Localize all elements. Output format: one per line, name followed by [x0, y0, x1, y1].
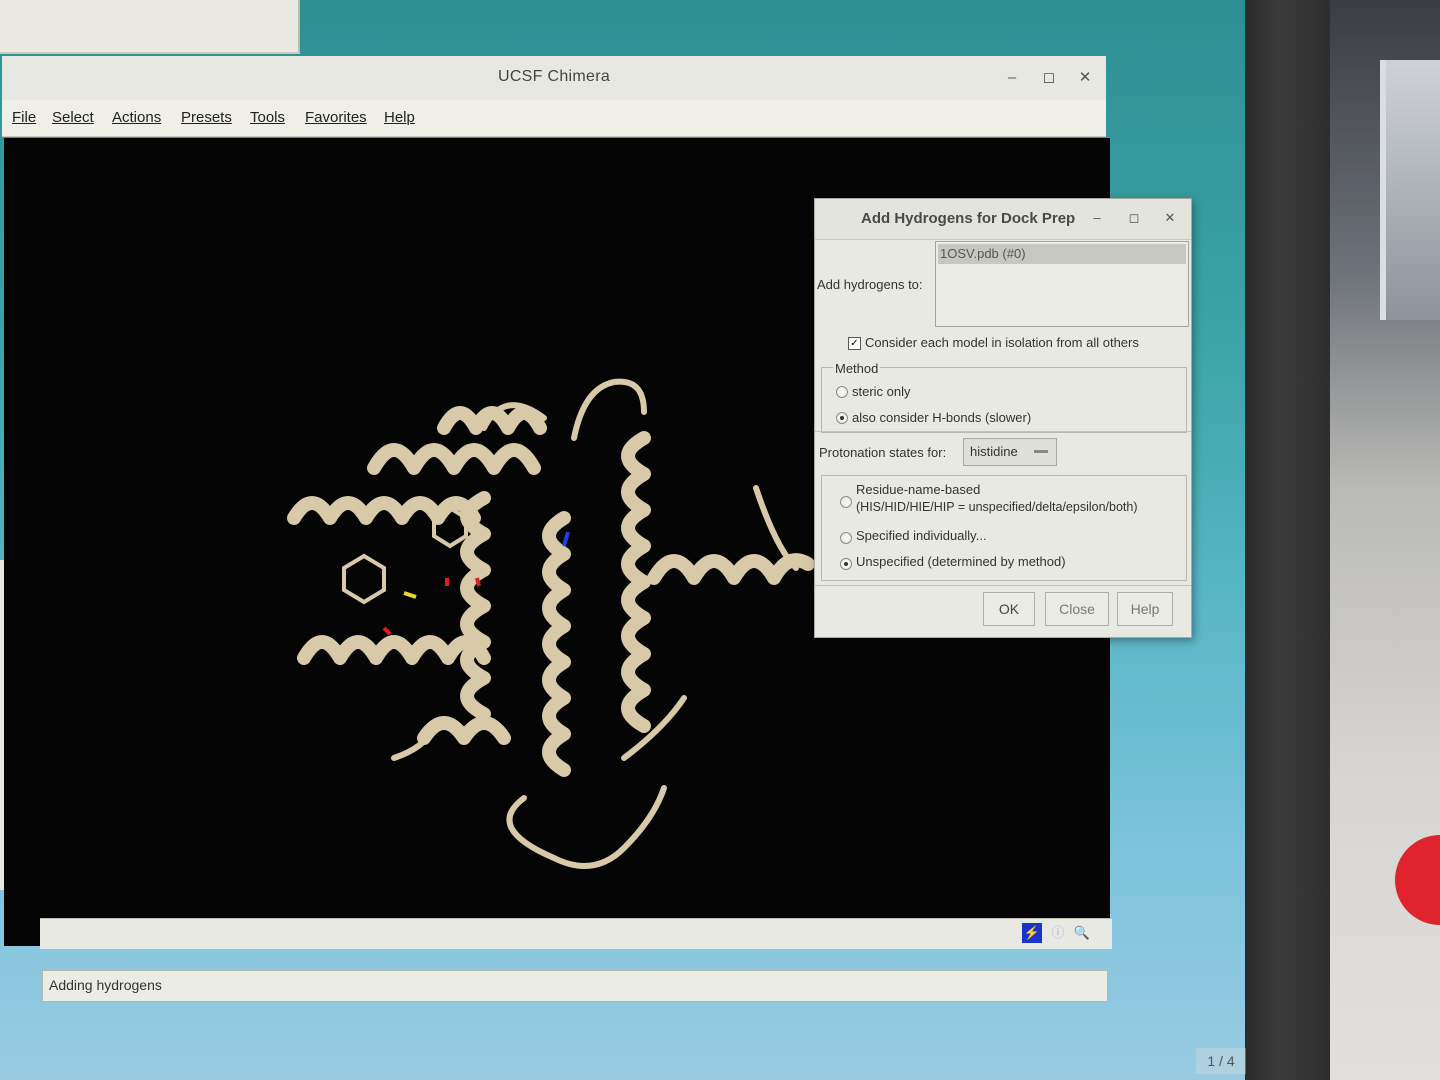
ligand-bond	[475, 577, 481, 587]
page-counter: 1 / 4	[1196, 1048, 1246, 1074]
protonation-label: Protonation states for:	[819, 445, 947, 460]
window-title: UCSF Chimera	[497, 68, 611, 85]
status-message: Adding hydrogens	[49, 977, 162, 993]
steric-only-label: steric only	[852, 384, 911, 399]
models-listbox[interactable]: 1OSV.pdb (#0)	[935, 241, 1189, 327]
menu-tools[interactable]: Tools	[250, 109, 285, 126]
ligand-bond	[382, 626, 392, 636]
add-hydrogens-to-label: Add hydrogens to:	[817, 277, 923, 292]
dialog-minimize-icon[interactable]: –	[1087, 208, 1107, 228]
dialog-title-bar[interactable]: Add Hydrogens for Dock Prep – ◻ ✕	[815, 199, 1191, 240]
menu-help[interactable]: Help	[384, 109, 415, 126]
radio-residue-name-based[interactable]	[840, 496, 852, 508]
dialog-close-icon[interactable]: ✕	[1160, 208, 1180, 228]
menu-bar: File Select Actions Presets Tools Favori…	[2, 100, 1106, 137]
dialog-title: Add Hydrogens for Dock Prep	[861, 210, 1076, 227]
method-group: steric only also consider H-bonds (slowe…	[821, 367, 1187, 433]
residue-name-based-sublabel: (HIS/HID/HIE/HIP = unspecified/delta/eps…	[856, 500, 1138, 514]
dialog-button-row: OK Close Help	[815, 585, 1191, 638]
protonation-options-group: Residue-name-based (HIS/HID/HIE/HIP = un…	[821, 475, 1187, 581]
histidine-value: histidine	[970, 444, 1018, 459]
specified-individually-label: Specified individually...	[856, 528, 987, 543]
info-icon[interactable]: ⓘ	[1048, 923, 1068, 943]
model-list-item[interactable]: 1OSV.pdb (#0)	[938, 244, 1186, 264]
helix	[367, 443, 541, 475]
menu-file[interactable]: File	[12, 109, 36, 126]
helix	[647, 553, 815, 585]
menu-actions[interactable]: Actions	[112, 109, 161, 126]
radio-hbonds[interactable]	[836, 412, 848, 424]
isolation-checkbox-label: Consider each model in isolation from al…	[865, 335, 1139, 350]
helix	[297, 635, 491, 665]
loop	[571, 378, 647, 441]
menu-favorites[interactable]: Favorites	[305, 109, 367, 126]
ok-button[interactable]: OK	[983, 592, 1035, 626]
loop	[506, 785, 667, 869]
hbonds-label: also consider H-bonds (slower)	[852, 410, 1032, 425]
monitor-bezel	[1245, 0, 1330, 1080]
close-icon[interactable]: ✕	[1073, 66, 1097, 90]
dropdown-indicator-icon	[1034, 450, 1048, 453]
radio-specified-individually[interactable]	[840, 532, 852, 544]
title-bar[interactable]: UCSF Chimera – ◻ ✕	[2, 56, 1106, 101]
minimize-icon[interactable]: –	[1000, 66, 1024, 90]
magnifier-icon[interactable]: 🔍	[1072, 923, 1092, 943]
residue-name-based-label: Residue-name-based	[856, 482, 981, 497]
background-window	[0, 0, 300, 54]
help-button[interactable]: Help	[1117, 592, 1173, 626]
radio-steric-only[interactable]	[836, 386, 848, 398]
menu-presets[interactable]: Presets	[181, 109, 232, 126]
helix	[621, 431, 651, 733]
histidine-dropdown[interactable]: histidine	[963, 438, 1057, 466]
ligand-bond	[403, 591, 417, 599]
ligand-bond	[342, 553, 386, 605]
ligand-bond	[432, 505, 468, 549]
status-bar: Adding hydrogens	[42, 970, 1108, 1002]
helix	[542, 511, 571, 777]
maximize-icon[interactable]: ◻	[1037, 66, 1061, 90]
dialog-maximize-icon[interactable]: ◻	[1124, 208, 1144, 228]
method-legend: Method	[833, 361, 881, 376]
background-monitor	[1380, 60, 1440, 320]
unspecified-label: Unspecified (determined by method)	[856, 554, 1066, 569]
isolation-checkbox[interactable]: ✓	[848, 337, 861, 350]
lightning-icon[interactable]: ⚡	[1022, 923, 1042, 943]
add-hydrogens-dialog: Add Hydrogens for Dock Prep – ◻ ✕ Add hy…	[814, 198, 1192, 638]
ligand-sticks	[342, 505, 570, 636]
close-button[interactable]: Close	[1045, 592, 1109, 626]
menu-select[interactable]: Select	[52, 109, 94, 126]
status-area: ⚡ ⓘ 🔍	[40, 918, 1112, 949]
ligand-bond	[562, 531, 570, 547]
protonation-row: Protonation states for: histidine	[815, 431, 1191, 470]
radio-unspecified[interactable]	[840, 558, 852, 570]
helix	[460, 491, 491, 721]
